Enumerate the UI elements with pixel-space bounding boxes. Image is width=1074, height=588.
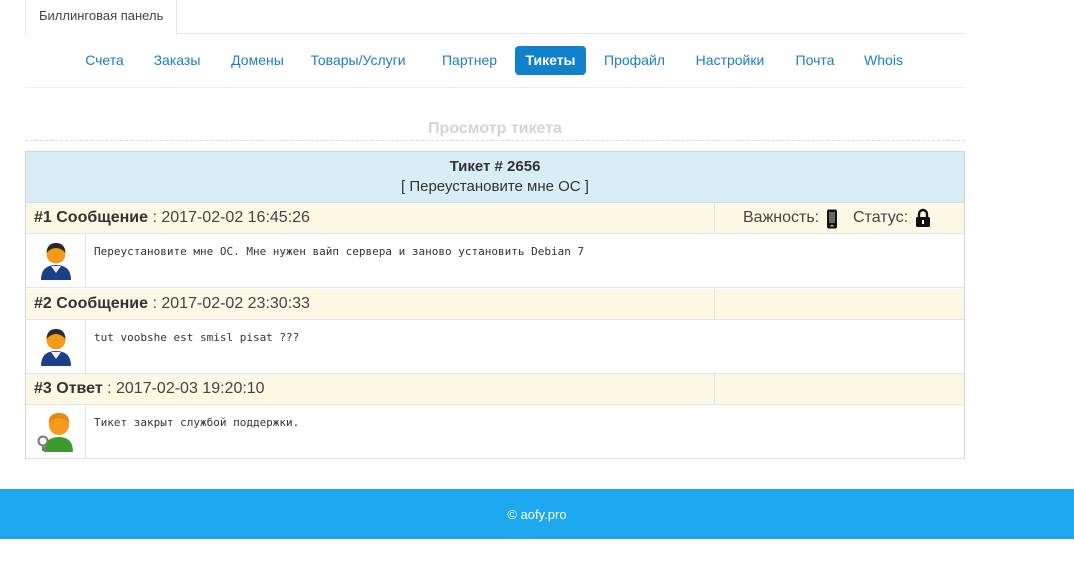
avatar-cell: [26, 234, 86, 288]
nav-item-invoices[interactable]: Счета: [73, 46, 136, 75]
nav-item-mail[interactable]: Почта: [787, 46, 843, 75]
status-label: Статус:: [853, 209, 909, 226]
message-label: #2 Сообщение: [34, 295, 149, 312]
message-body: Тикет закрыт службой поддержки.: [26, 405, 964, 459]
ticket-number: Тикет # 2656: [449, 158, 541, 175]
nav-item-products[interactable]: Товары/Услуги: [303, 46, 413, 75]
message-header: #3 Ответ : 2017-02-03 19:20:10: [26, 374, 964, 405]
message-header: #2 Сообщение : 2017-02-02 23:30:33: [26, 289, 964, 320]
message-flags: Важность: Статус:: [716, 203, 964, 234]
ticket-view: Тикет # 2656 [ Переустановите мне ОС ] #…: [25, 151, 965, 459]
nav-item-partner[interactable]: Партнер: [430, 46, 509, 75]
message-datetime: : 2017-02-02 16:45:26: [148, 209, 310, 226]
message-text: Тикет закрыт службой поддержки.: [94, 416, 300, 429]
message-body: tut voobshe est smisl pisat ???: [26, 320, 964, 374]
billing-panel-tab[interactable]: Биллинговая панель: [25, 0, 178, 35]
avatar-cell: [26, 320, 86, 374]
message-flags: [716, 374, 964, 405]
ticket-subject: [ Переустановите мне ОС ]: [401, 178, 589, 195]
phone-icon: [826, 209, 838, 229]
message-text: Переустановите мне ОС. Мне нужен вайп се…: [94, 245, 585, 258]
nav-item-whois[interactable]: Whois: [855, 46, 912, 75]
message-meta: #2 Сообщение : 2017-02-02 23:30:33: [26, 289, 715, 320]
nav-item-domains[interactable]: Домены: [218, 46, 297, 75]
message-datetime: : 2017-02-02 23:30:33: [148, 295, 310, 312]
importance-label: Важность:: [743, 209, 820, 226]
ticket-header: Тикет # 2656 [ Переустановите мне ОС ]: [26, 152, 964, 203]
page-title: Просмотр тикета: [25, 120, 965, 141]
message-datetime: : 2017-02-03 19:20:10: [102, 380, 265, 397]
message-header: #1 Сообщение : 2017-02-02 16:45:26 Важно…: [26, 203, 964, 234]
support-avatar-icon: [37, 413, 73, 452]
user-avatar-icon: [41, 243, 71, 280]
message-flags: [716, 289, 964, 320]
message-label: #1 Сообщение: [34, 209, 149, 226]
nav-item-orders[interactable]: Заказы: [142, 46, 212, 75]
lock-icon: [915, 208, 931, 228]
panel-tabs: Биллинговая панель: [25, 0, 965, 35]
main-nav: Счета Заказы Домены Товары/Услуги Партне…: [25, 42, 965, 88]
message-label: #3 Ответ: [34, 380, 103, 397]
avatar-cell: [26, 405, 86, 459]
nav-item-settings[interactable]: Настройки: [686, 46, 774, 75]
nav-item-tickets[interactable]: Тикеты: [515, 46, 586, 75]
message-text: tut voobshe est smisl pisat ???: [94, 331, 300, 344]
message-meta: #3 Ответ : 2017-02-03 19:20:10: [26, 374, 715, 405]
billing-panel-tab-label: Биллинговая панель: [39, 8, 164, 23]
nav-item-profile[interactable]: Профайл: [592, 46, 677, 75]
user-avatar-icon: [41, 329, 71, 366]
message-body: Переустановите мне ОС. Мне нужен вайп се…: [26, 234, 964, 288]
footer-copyright: © aofy.pro: [507, 507, 567, 522]
footer: © aofy.pro: [0, 489, 1074, 539]
message-meta: #1 Сообщение : 2017-02-02 16:45:26: [26, 203, 715, 234]
